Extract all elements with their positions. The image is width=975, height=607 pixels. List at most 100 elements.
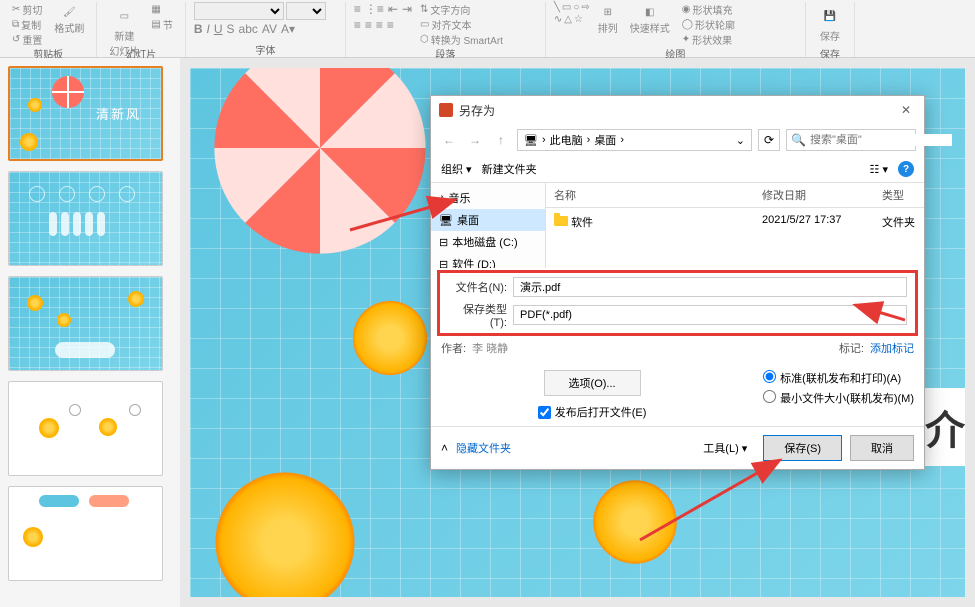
tree-item-desktop[interactable]: 🖥桌面 [431, 209, 545, 231]
file-row[interactable]: 软件 2021/5/27 17:37 文件夹 [546, 208, 924, 236]
indent-dec-button[interactable]: ⇤ [388, 2, 398, 16]
font-family-select[interactable] [194, 2, 284, 20]
arrange-button[interactable]: ⊞排列 [594, 2, 622, 37]
shadow-button[interactable]: abc [239, 22, 258, 36]
numbering-button[interactable]: ⋮≡ [365, 2, 384, 16]
char-spacing-button[interactable]: AV [262, 22, 277, 36]
shape-fill-button[interactable]: ◉形状填充 [678, 2, 739, 16]
bullets-button[interactable]: ≡ [354, 2, 361, 16]
align-center-button[interactable]: ≡ [365, 18, 372, 32]
fill-icon: ◉ [682, 4, 691, 15]
help-icon[interactable]: ? [898, 161, 914, 177]
tags-value[interactable]: 添加标记 [870, 340, 914, 356]
cancel-button[interactable]: 取消 [850, 435, 914, 461]
savetype-select[interactable] [513, 305, 907, 325]
radio-standard[interactable]: 标准(联机发布和打印)(A) [763, 370, 914, 386]
organize-button[interactable]: 组织 ▾ [441, 161, 472, 177]
slide-thumb-4[interactable] [8, 381, 163, 476]
nav-forward-button[interactable]: → [465, 130, 485, 150]
breadcrumb[interactable]: 🖥 › 此电脑 › 桌面 › ⌄ [517, 129, 752, 151]
convert-smartart-button[interactable]: ⬡转换为 SmartArt [416, 32, 507, 46]
dialog-body: ♪音乐 🖥桌面 ⊟本地磁盘 (C:) ⊟软件 (D:) ⊟办公 (E:) 名称 … [431, 182, 924, 268]
shape-rect-icon: ▭ [562, 2, 571, 13]
slide-thumb-3[interactable] [8, 276, 163, 371]
breadcrumb-desktop[interactable]: 桌面 [594, 132, 616, 148]
search-input[interactable] [810, 134, 952, 146]
refresh-button[interactable]: ⟳ [758, 129, 780, 151]
justify-button[interactable]: ≡ [387, 18, 394, 32]
radio-minimum[interactable]: 最小文件大小(联机发布)(M) [763, 390, 914, 406]
file-list[interactable]: 名称 修改日期 类型 软件 2021/5/27 17:37 文件夹 [546, 183, 924, 268]
view-button[interactable]: ☷ ▾ [870, 163, 888, 176]
quick-styles-button[interactable]: ◧快速样式 [626, 2, 674, 37]
shape-effects-button[interactable]: ✦形状效果 [678, 32, 739, 46]
tools-dropdown[interactable]: 工具(L) ▾ [695, 438, 755, 458]
align-text-button[interactable]: ▭对齐文本 [416, 17, 507, 31]
shapes-gallery[interactable]: ╲ ▭ ○ ⇨ [554, 2, 590, 13]
tree-item-local-c[interactable]: ⊟本地磁盘 (C:) [431, 231, 545, 253]
align-right-button[interactable]: ≡ [376, 18, 383, 32]
filename-fields-highlight: 文件名(N): 保存类型(T): [437, 270, 918, 336]
shapes-gallery-row2[interactable]: ∿ △ ☆ [554, 14, 590, 25]
open-after-checkbox[interactable]: 发布后打开文件(E) [538, 404, 647, 420]
col-name[interactable]: 名称 [546, 183, 754, 207]
font-color-button[interactable]: A▾ [281, 22, 295, 36]
shape-outline-button[interactable]: ◯形状轮廓 [678, 17, 739, 31]
breadcrumb-pc[interactable]: 此电脑 [550, 132, 583, 148]
slide-thumbnails-panel[interactable]: 清新风 [0, 58, 180, 607]
slide-thumb-1[interactable]: 清新风 [8, 66, 163, 161]
folder-tree[interactable]: ♪音乐 🖥桌面 ⊟本地磁盘 (C:) ⊟软件 (D:) ⊟办公 (E:) [431, 183, 546, 268]
chevron-up-icon[interactable]: ˄ [441, 441, 448, 455]
open-after-input[interactable] [538, 406, 551, 419]
shape-star-icon: ☆ [574, 14, 583, 25]
slide-thumb-2[interactable] [8, 171, 163, 266]
text-direction-button[interactable]: ⇅文字方向 [416, 2, 507, 16]
slide-thumb-5[interactable] [8, 486, 163, 581]
strikethrough-button[interactable]: S [227, 22, 235, 36]
ribbon-group-slides: ▭ 新建 幻灯片 ▦ ▤节 幻灯片 [97, 2, 185, 57]
shape-triangle-icon: △ [564, 14, 572, 25]
ribbon-group-editing: 💾 保存 保存 [806, 2, 855, 57]
tree-item-software-d[interactable]: ⊟软件 (D:) [431, 253, 545, 268]
author-value[interactable]: 李 晓静 [472, 340, 508, 356]
nav-up-button[interactable]: ↑ [491, 130, 511, 150]
section-button[interactable]: ▤节 [147, 17, 176, 31]
shape-curve-icon: ∿ [554, 14, 562, 25]
save-ribbon-button[interactable]: 💾 保存 [814, 2, 846, 45]
shape-arrow-icon: ⇨ [581, 2, 589, 13]
bold-button[interactable]: B [194, 22, 203, 36]
align-text-icon: ▭ [420, 19, 429, 30]
layout-button[interactable]: ▦ [147, 2, 176, 16]
new-folder-button[interactable]: 新建文件夹 [482, 161, 537, 177]
metadata-row: 作者:李 晓静 标记:添加标记 [431, 338, 924, 364]
dialog-nav: ← → ↑ 🖥 › 此电脑 › 桌面 › ⌄ ⟳ 🔍 [431, 124, 924, 156]
close-button[interactable]: ✕ [896, 100, 916, 120]
options-button[interactable]: 选项(O)... [544, 370, 641, 396]
radio-standard-input[interactable] [763, 370, 776, 383]
umbrella-icon [50, 74, 86, 110]
tree-item-music[interactable]: ♪音乐 [431, 187, 545, 209]
cut-button[interactable]: ✂剪切 [8, 2, 46, 16]
indent-inc-button[interactable]: ⇥ [402, 2, 412, 16]
align-left-button[interactable]: ≡ [354, 18, 361, 32]
format-painter-button[interactable]: 🖌 格式刷 [50, 2, 88, 37]
dialog-titlebar[interactable]: 另存为 ✕ [431, 96, 924, 124]
powerpoint-icon [439, 103, 453, 117]
copy-button[interactable]: ⧉复制 [8, 17, 46, 31]
col-modified[interactable]: 修改日期 [754, 183, 874, 207]
save-button[interactable]: 保存(S) [763, 435, 842, 461]
radio-minimum-input[interactable] [763, 390, 776, 403]
hide-folders-link[interactable]: 隐藏文件夹 [456, 440, 511, 456]
search-box[interactable]: 🔍 [786, 129, 916, 151]
filename-input[interactable] [513, 277, 907, 297]
col-type[interactable]: 类型 [874, 183, 924, 207]
tags-label: 标记: [839, 340, 864, 356]
nav-back-button[interactable]: ← [439, 130, 459, 150]
underline-button[interactable]: U [214, 22, 223, 36]
font-size-select[interactable] [286, 2, 326, 20]
chevron-down-icon[interactable]: ⌄ [736, 134, 745, 147]
italic-button[interactable]: I [207, 22, 210, 36]
reset-button[interactable]: ↺重置 [8, 32, 46, 46]
file-list-header[interactable]: 名称 修改日期 类型 [546, 183, 924, 208]
drive-icon: ⊟ [439, 236, 448, 249]
